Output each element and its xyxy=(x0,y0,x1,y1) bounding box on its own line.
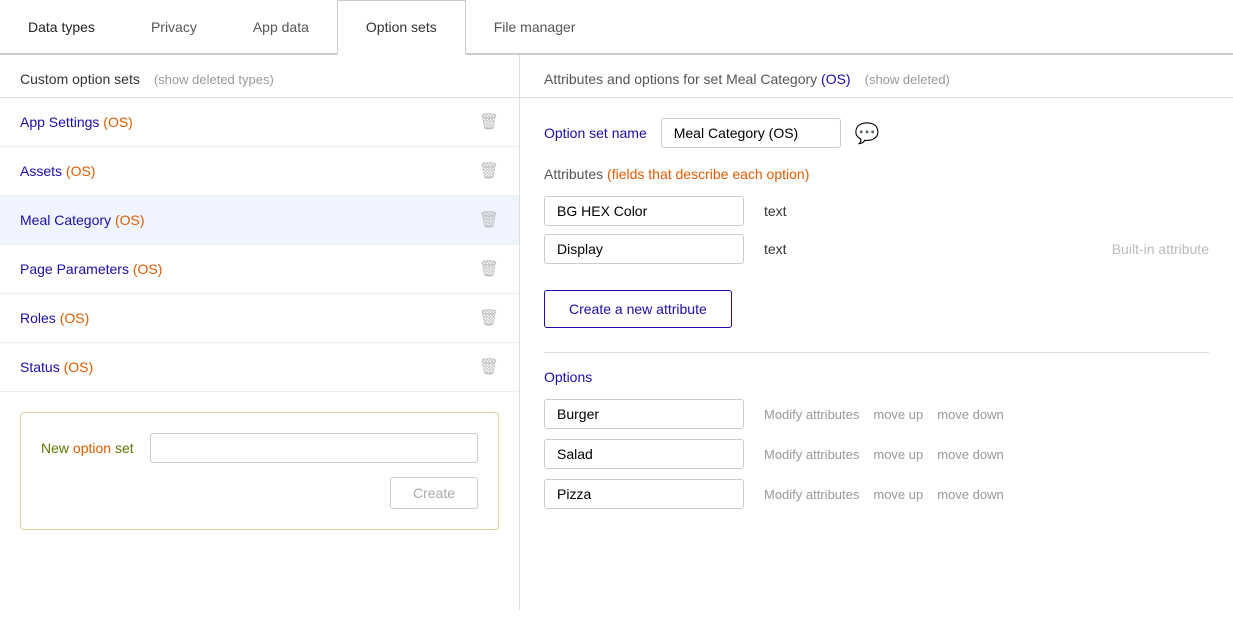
option-actions-burger: Modify attributes move up move down xyxy=(764,407,1004,422)
show-deleted-link[interactable]: (show deleted) xyxy=(865,72,950,87)
tab-app-data[interactable]: App data xyxy=(225,0,337,55)
create-new-attribute-button[interactable]: Create a new attribute xyxy=(544,290,732,328)
option-set-item-page-parameters[interactable]: Page Parameters (OS) 🗑 xyxy=(0,245,519,294)
option-input-pizza[interactable] xyxy=(544,479,744,509)
tab-data-types[interactable]: Data types xyxy=(0,0,123,55)
tab-privacy[interactable]: Privacy xyxy=(123,0,225,55)
move-up-link-burger[interactable]: move up xyxy=(873,407,923,422)
show-deleted-types-link[interactable]: (show deleted types) xyxy=(154,72,274,87)
left-panel: Custom option sets (show deleted types) … xyxy=(0,55,520,610)
delete-icon-meal-category[interactable]: 🗑 xyxy=(479,210,499,230)
tab-file-manager[interactable]: File manager xyxy=(466,0,604,55)
attribute-input-bg-hex-color[interactable] xyxy=(544,196,744,226)
right-panel-body: Option set name 💬 Attributes (fields tha… xyxy=(520,98,1233,539)
attribute-row-bg-hex-color: text xyxy=(544,196,1209,226)
divider xyxy=(544,352,1209,353)
option-actions-salad: Modify attributes move up move down xyxy=(764,447,1004,462)
delete-icon-page-parameters[interactable]: 🗑 xyxy=(479,259,499,279)
delete-icon-app-settings[interactable]: 🗑 xyxy=(479,112,499,132)
attribute-type-bg-hex-color: text xyxy=(764,203,844,219)
option-set-name-row: Option set name 💬 xyxy=(544,118,1209,148)
option-set-item-label-meal-category: Meal Category (OS) xyxy=(20,212,145,228)
new-option-set-box: New option set Create xyxy=(20,412,499,530)
option-row-pizza: Modify attributes move up move down xyxy=(544,479,1209,509)
attribute-type-display: text xyxy=(764,241,844,257)
option-set-item-meal-category[interactable]: Meal Category (OS) 🗑 xyxy=(0,196,519,245)
right-panel-title: Attributes and options for set Meal Cate… xyxy=(544,71,851,87)
options-list: Modify attributesmove upmove downModify … xyxy=(544,399,1209,509)
option-set-item-label-assets: Assets (OS) xyxy=(20,163,95,179)
move-down-link-burger[interactable]: move down xyxy=(937,407,1003,422)
right-panel: Attributes and options for set Meal Cate… xyxy=(520,55,1233,610)
move-down-link-salad[interactable]: move down xyxy=(937,447,1003,462)
new-option-set-input[interactable] xyxy=(150,433,478,463)
option-set-item-assets[interactable]: Assets (OS) 🗑 xyxy=(0,147,519,196)
option-actions-pizza: Modify attributes move up move down xyxy=(764,487,1004,502)
modify-attributes-link-burger[interactable]: Modify attributes xyxy=(764,407,859,422)
comment-icon[interactable]: 💬 xyxy=(855,121,880,146)
move-up-link-salad[interactable]: move up xyxy=(873,447,923,462)
built-in-label-display: Built-in attribute xyxy=(1112,241,1209,257)
option-set-item-label-status: Status (OS) xyxy=(20,359,93,375)
new-option-set-label: New option set xyxy=(41,440,134,456)
attributes-list: text text Built-in attribute xyxy=(544,196,1209,264)
tabs-bar: Data typesPrivacyApp dataOption setsFile… xyxy=(0,0,1233,55)
left-panel-header: Custom option sets (show deleted types) xyxy=(0,55,519,98)
option-set-item-label-app-settings: App Settings (OS) xyxy=(20,114,133,130)
delete-icon-assets[interactable]: 🗑 xyxy=(479,161,499,181)
right-panel-header: Attributes and options for set Meal Cate… xyxy=(520,55,1233,98)
delete-icon-status[interactable]: 🗑 xyxy=(479,357,499,377)
option-set-item-label-roles: Roles (OS) xyxy=(20,310,89,326)
options-section-label: Options xyxy=(544,369,1209,385)
option-row-burger: Modify attributes move up move down xyxy=(544,399,1209,429)
attribute-row-display: text Built-in attribute xyxy=(544,234,1209,264)
option-set-item-app-settings[interactable]: App Settings (OS) 🗑 xyxy=(0,98,519,147)
option-row-salad: Modify attributes move up move down xyxy=(544,439,1209,469)
option-input-burger[interactable] xyxy=(544,399,744,429)
custom-option-sets-title: Custom option sets xyxy=(20,71,140,87)
option-set-item-status[interactable]: Status (OS) 🗑 xyxy=(0,343,519,392)
option-set-name-label: Option set name xyxy=(544,125,647,141)
modify-attributes-link-salad[interactable]: Modify attributes xyxy=(764,447,859,462)
option-set-item-label-page-parameters: Page Parameters (OS) xyxy=(20,261,162,277)
create-option-set-button[interactable]: Create xyxy=(390,477,478,509)
attributes-label: Attributes (fields that describe each op… xyxy=(544,166,1209,182)
delete-icon-roles[interactable]: 🗑 xyxy=(479,308,499,328)
option-set-list: App Settings (OS)🗑Assets (OS)🗑Meal Categ… xyxy=(0,98,519,392)
tab-option-sets[interactable]: Option sets xyxy=(337,0,466,55)
option-set-item-roles[interactable]: Roles (OS) 🗑 xyxy=(0,294,519,343)
attribute-input-display[interactable] xyxy=(544,234,744,264)
move-down-link-pizza[interactable]: move down xyxy=(937,487,1003,502)
move-up-link-pizza[interactable]: move up xyxy=(873,487,923,502)
option-input-salad[interactable] xyxy=(544,439,744,469)
option-set-name-input[interactable] xyxy=(661,118,841,148)
modify-attributes-link-pizza[interactable]: Modify attributes xyxy=(764,487,859,502)
